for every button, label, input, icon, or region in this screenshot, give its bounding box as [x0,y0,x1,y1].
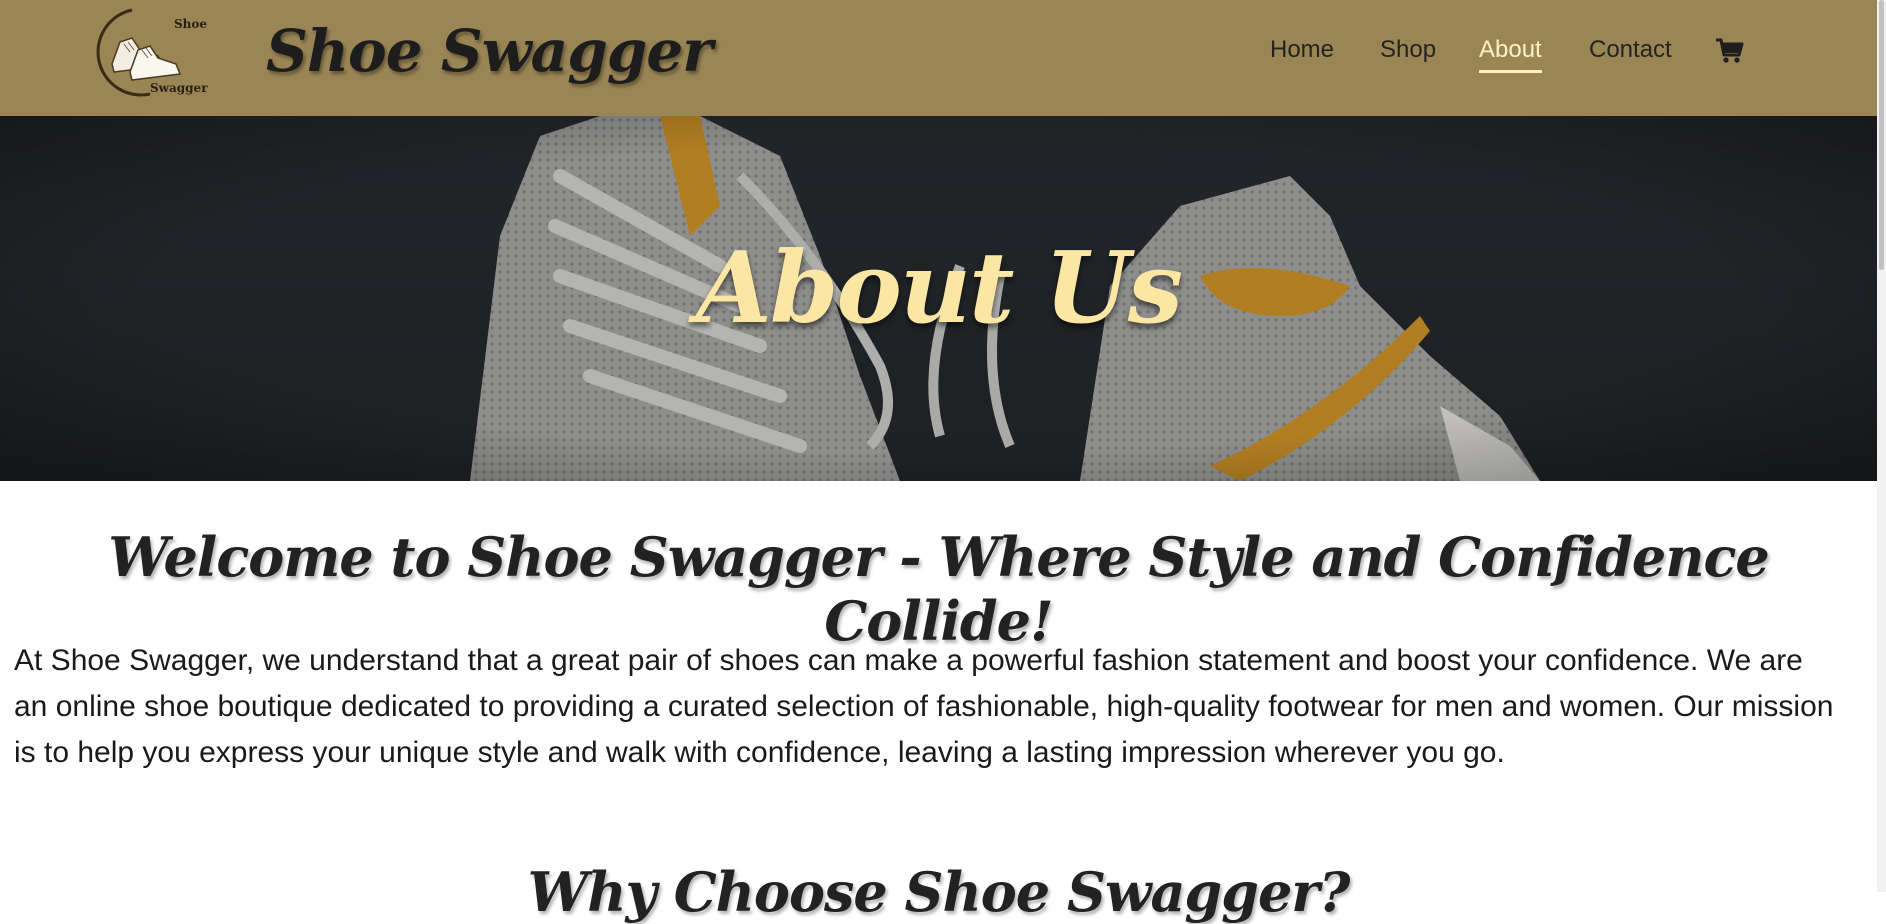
page-scrollbar[interactable] [1877,0,1886,892]
logo-text-bottom: Swagger [150,81,208,95]
nav-contact[interactable]: Contact [1589,36,1672,64]
hero-title: About Us [695,231,1183,346]
intro-paragraph: At Shoe Swagger, we understand that a gr… [14,644,1834,769]
brand-title[interactable]: Shoe Swagger [266,6,713,96]
nav-about-label: About [1479,36,1542,63]
logo[interactable]: Shoe Swagger [92,2,210,98]
hero-banner: About Us [0,116,1877,481]
welcome-heading: Welcome to Shoe Swagger - Where Style an… [108,525,1770,653]
nav-home[interactable]: Home [1270,36,1334,64]
site-header: Shoe Swagger Shoe Swagger Home Shop Abou… [0,0,1877,116]
active-underline [1479,70,1542,73]
scrollbar-thumb[interactable] [1879,0,1884,270]
nav-about[interactable]: About [1479,36,1542,73]
why-choose-heading: Why Choose Shoe Swagger? [527,860,1351,924]
shopping-cart-icon[interactable] [1714,36,1744,66]
nav-shop[interactable]: Shop [1380,36,1436,64]
logo-text-top: Shoe [174,17,207,31]
